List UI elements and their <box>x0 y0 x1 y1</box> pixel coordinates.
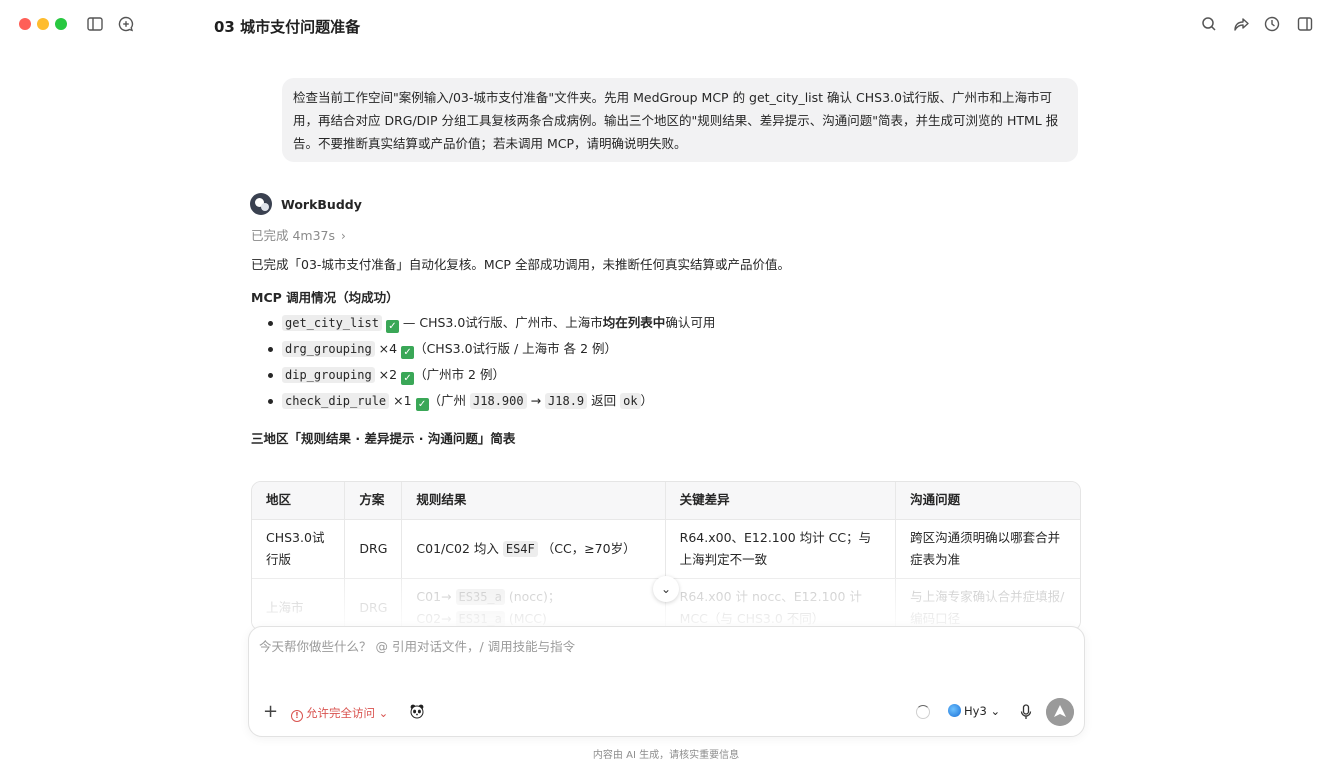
access-dropdown[interactable]: ! 允许完全访问 ⌄ <box>291 705 388 722</box>
scroll-to-bottom-button[interactable]: ⌄ <box>653 576 679 602</box>
history-icon[interactable] <box>1263 15 1281 33</box>
search-icon[interactable] <box>1200 15 1218 33</box>
cell-rule: C01→ ES35_a (nocc)； C02→ ES31_a (MCC) <box>401 578 666 630</box>
rule-text: C02→ <box>416 610 456 626</box>
window-title: 03 城市支付问题准备 <box>214 18 361 36</box>
new-chat-icon[interactable] <box>117 15 135 33</box>
check-icon: ✓ <box>385 320 399 333</box>
share-icon[interactable] <box>1232 15 1250 33</box>
code-value: ok <box>620 393 641 409</box>
cell-issue: 与上海专家确认合并症填报/编码口径 <box>895 578 1080 630</box>
tool-name: dip_grouping <box>282 367 375 383</box>
spinner-icon <box>916 705 930 719</box>
rule-text: (MCC) <box>504 610 547 626</box>
item-text: 返回 <box>587 393 621 408</box>
user-message: 检查当前工作空间"案例输入/03-城市支付准备"文件夹。先用 MedGroup … <box>282 78 1078 162</box>
tool-name: check_dip_rule <box>282 393 390 409</box>
sidebar-toggle-icon[interactable] <box>86 15 104 33</box>
list-item: get_city_list ✓ — CHS3.0试行版、广州市、上海市均在列表中… <box>264 312 715 338</box>
send-icon[interactable] <box>1046 698 1074 726</box>
list-item: check_dip_rule ×1 ✓ （广州 J18.900 → J18.9 返… <box>264 390 715 416</box>
globe-icon <box>948 704 961 717</box>
check-icon: ✓ <box>415 398 429 411</box>
rule-text: (nocc)； <box>504 588 561 604</box>
item-text: （广州 <box>428 393 471 408</box>
list-item: drg_grouping ×4 ✓ （CHS3.0试行版 / 上海市 各 2 例） <box>264 338 715 364</box>
column-header: 沟通问题 <box>895 482 1080 520</box>
model-label: Hy3 <box>964 704 987 718</box>
summary-text: 已完成「03-城市支付准备」自动化复核。MCP 全部成功调用，未推断任何真实结算… <box>251 257 790 272</box>
code-value: J18.900 <box>470 393 527 409</box>
cell-region: CHS3.0试行版 <box>252 519 346 579</box>
cell-issue: 跨区沟通须明确以哪套合并症表为准 <box>895 519 1080 579</box>
column-header: 方案 <box>344 482 403 520</box>
column-header: 地区 <box>252 482 346 520</box>
mcp-call-list: get_city_list ✓ — CHS3.0试行版、广州市、上海市均在列表中… <box>264 312 715 416</box>
close-window-button[interactable] <box>19 18 31 30</box>
cell-rule: C01/C02 均入 ES4F （CC，≥70岁） <box>401 519 666 579</box>
panel-icon[interactable] <box>1296 15 1314 33</box>
tool-name: get_city_list <box>282 315 382 331</box>
chevron-down-icon: ⌄ <box>378 706 389 720</box>
rule-code: ES31_a <box>455 610 505 627</box>
item-count: ×4 <box>374 341 402 356</box>
column-header: 关键差异 <box>665 482 897 520</box>
check-icon: ✓ <box>401 372 415 385</box>
item-text: （CHS3.0试行版 / 上海市 各 2 例） <box>414 341 618 356</box>
model-selector[interactable]: Hy3 ⌄ <box>948 704 1000 718</box>
rule-code: ES4F <box>502 540 538 557</box>
list-item: dip_grouping ×2 ✓ （广州市 2 例） <box>264 364 715 390</box>
chevron-right-icon: › <box>341 229 346 243</box>
item-text: — CHS3.0试行版、广州市、上海市 <box>398 315 603 330</box>
chevron-down-icon: ⌄ <box>990 704 1001 718</box>
rule-text: C01→ <box>416 588 456 604</box>
maximize-window-button[interactable] <box>55 18 67 30</box>
item-count: ×2 <box>374 367 402 382</box>
item-text: 确认可用 <box>665 315 716 330</box>
completion-status[interactable]: 已完成 4m37s › <box>251 225 346 244</box>
agent-name: WorkBuddy <box>281 197 362 212</box>
minimize-window-button[interactable] <box>37 18 49 30</box>
panda-icon[interactable] <box>409 703 425 719</box>
item-count: ×1 <box>389 393 416 408</box>
arrow-text: → <box>526 393 546 408</box>
agent-avatar <box>250 193 272 215</box>
mcp-heading: MCP 调用情况（均成功） <box>251 290 399 305</box>
cell-diff: R64.x00、E12.100 均计 CC；与上海判定不一致 <box>665 519 897 579</box>
disclaimer: 内容由 AI 生成，请核实重要信息 <box>592 750 740 761</box>
column-header: 规则结果 <box>401 482 666 520</box>
item-text: ） <box>640 393 654 408</box>
rule-text: C01/C02 均入 <box>416 540 503 556</box>
tool-name: drg_grouping <box>282 341 375 357</box>
cell-scheme: DRG <box>344 519 403 579</box>
warning-icon: ! <box>291 710 303 722</box>
chevron-down-icon: ⌄ <box>660 582 672 596</box>
region-comparison-table: 地区 方案 规则结果 关键差异 沟通问题 CHS3.0试行版 DRG C01/C… <box>251 481 1081 631</box>
message-input[interactable] <box>259 639 1059 654</box>
completion-status-label: 已完成 4m37s <box>251 228 336 243</box>
code-value: J18.9 <box>545 393 588 409</box>
title-bar: 03 城市支付问题准备 <box>0 0 1332 52</box>
rule-code: ES35_a <box>455 588 505 605</box>
composer: + !允许完全访问 ⌄ Hy3 ⌄ <box>248 626 1085 737</box>
cell-diff: R64.x00 计 nocc、E12.100 计 MCC（与 CHS3.0 不同… <box>665 578 897 630</box>
table-header-row: 地区 方案 规则结果 关键差异 沟通问题 <box>252 482 1080 520</box>
cell-region: 上海市 <box>252 578 346 630</box>
table-heading: 三地区「规则结果 · 差异提示 · 沟通问题」简表 <box>251 431 516 446</box>
item-emphasis: 均在列表中 <box>602 315 666 330</box>
cell-scheme: DRG <box>344 578 403 630</box>
mic-icon[interactable] <box>1019 704 1033 720</box>
item-text: （广州市 2 例） <box>414 367 505 382</box>
check-icon: ✓ <box>401 346 415 359</box>
rule-text: （CC，≥70岁） <box>537 540 636 556</box>
table-row: CHS3.0试行版 DRG C01/C02 均入 ES4F （CC，≥70岁） … <box>252 519 1080 579</box>
plus-icon[interactable]: + <box>263 703 278 721</box>
access-label: 允许完全访问 <box>306 706 375 720</box>
